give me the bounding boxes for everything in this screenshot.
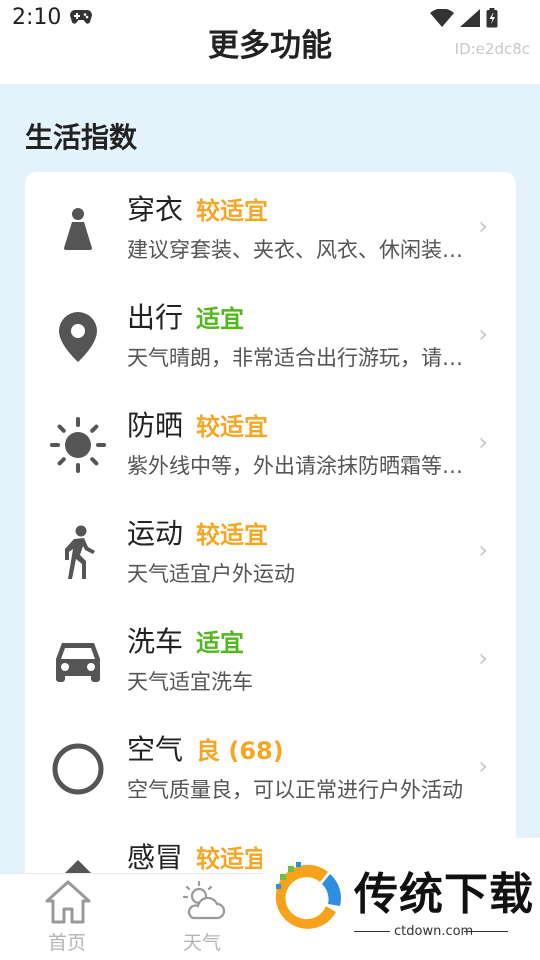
index-level: 适宜 bbox=[196, 305, 244, 333]
chevron-right-icon: › bbox=[478, 212, 488, 240]
index-desc: 紫外线中等，外出请涂抹防晒霜等防护用品 bbox=[127, 454, 467, 478]
tab-weather[interactable]: 天气 bbox=[157, 874, 247, 960]
index-row-travel[interactable]: 出行 适宜 天气晴朗，非常适合出行游玩，请注意安全 › bbox=[25, 280, 516, 388]
watermark-logo-icon bbox=[270, 860, 350, 940]
index-row-air[interactable]: 空气 良 (68) 空气质量良，可以正常进行户外活动 › bbox=[25, 712, 516, 820]
weather-icon bbox=[179, 878, 227, 930]
chevron-right-icon: › bbox=[478, 536, 488, 564]
tab-label: 天气 bbox=[182, 932, 221, 954]
index-name: 防晒 bbox=[127, 409, 184, 442]
index-level: 适宜 bbox=[196, 629, 244, 657]
index-level: 较适宜 bbox=[196, 197, 268, 225]
walking-person-icon bbox=[47, 522, 109, 584]
home-icon bbox=[44, 878, 92, 930]
sun-icon bbox=[47, 414, 109, 476]
chevron-right-icon: › bbox=[478, 320, 488, 348]
watermark-divider bbox=[464, 931, 508, 932]
index-name: 洗车 bbox=[127, 625, 184, 658]
chevron-right-icon: › bbox=[478, 428, 488, 456]
watermark: 传统下载 ctdown.com bbox=[262, 838, 540, 960]
tab-label: 首页 bbox=[47, 932, 86, 954]
index-desc: 天气晴朗，非常适合出行游玩，请注意安全 bbox=[127, 346, 467, 370]
air-circle-icon bbox=[47, 738, 109, 800]
index-row-sport[interactable]: 运动 较适宜 天气适宜户外运动 › bbox=[25, 496, 516, 604]
index-desc: 建议穿套装、夹衣、风衣、休闲装、夹克衫、西装或薄毛衣等 bbox=[127, 238, 467, 262]
index-level: 较适宜 bbox=[196, 845, 268, 873]
content-area: 生活指数 穿衣 较适宜 建议穿套装、夹衣、风衣、休闲装、夹克衫、西装或薄毛衣等 … bbox=[0, 84, 540, 876]
location-pin-icon bbox=[47, 306, 109, 368]
chevron-right-icon: › bbox=[478, 752, 488, 780]
index-row-sunscreen[interactable]: 防晒 较适宜 紫外线中等，外出请涂抹防晒霜等防护用品 › bbox=[25, 388, 516, 496]
index-name: 空气 bbox=[127, 733, 184, 766]
index-level: 较适宜 bbox=[196, 521, 268, 549]
index-desc: 空气质量良，可以正常进行户外活动 bbox=[127, 778, 463, 802]
watermark-text: 传统下载 bbox=[354, 869, 534, 920]
device-id: ID:e2dc8c bbox=[454, 40, 530, 58]
tab-home[interactable]: 首页 bbox=[22, 874, 112, 960]
index-row-clothing[interactable]: 穿衣 较适宜 建议穿套装、夹衣、风衣、休闲装、夹克衫、西装或薄毛衣等 › bbox=[25, 172, 516, 280]
index-desc: 天气适宜洗车 bbox=[127, 670, 253, 694]
watermark-divider bbox=[354, 931, 390, 932]
section-title: 生活指数 bbox=[25, 121, 138, 154]
clothing-icon bbox=[47, 198, 109, 260]
index-name: 出行 bbox=[127, 301, 184, 334]
index-name: 运动 bbox=[127, 517, 184, 550]
car-icon bbox=[47, 630, 109, 692]
index-row-carwash[interactable]: 洗车 适宜 天气适宜洗车 › bbox=[25, 604, 516, 712]
index-name: 穿衣 bbox=[127, 193, 184, 226]
index-name: 感冒 bbox=[127, 841, 184, 874]
watermark-url: ctdown.com bbox=[394, 924, 474, 939]
index-level: 较适宜 bbox=[196, 413, 268, 441]
life-index-card: 穿衣 较适宜 建议穿套装、夹衣、风衣、休闲装、夹克衫、西装或薄毛衣等 › 出行 … bbox=[25, 172, 516, 876]
index-level: 良 (68) bbox=[196, 737, 284, 765]
index-desc: 天气适宜户外运动 bbox=[127, 562, 295, 586]
chevron-right-icon: › bbox=[478, 644, 488, 672]
cold-icon bbox=[47, 846, 109, 876]
